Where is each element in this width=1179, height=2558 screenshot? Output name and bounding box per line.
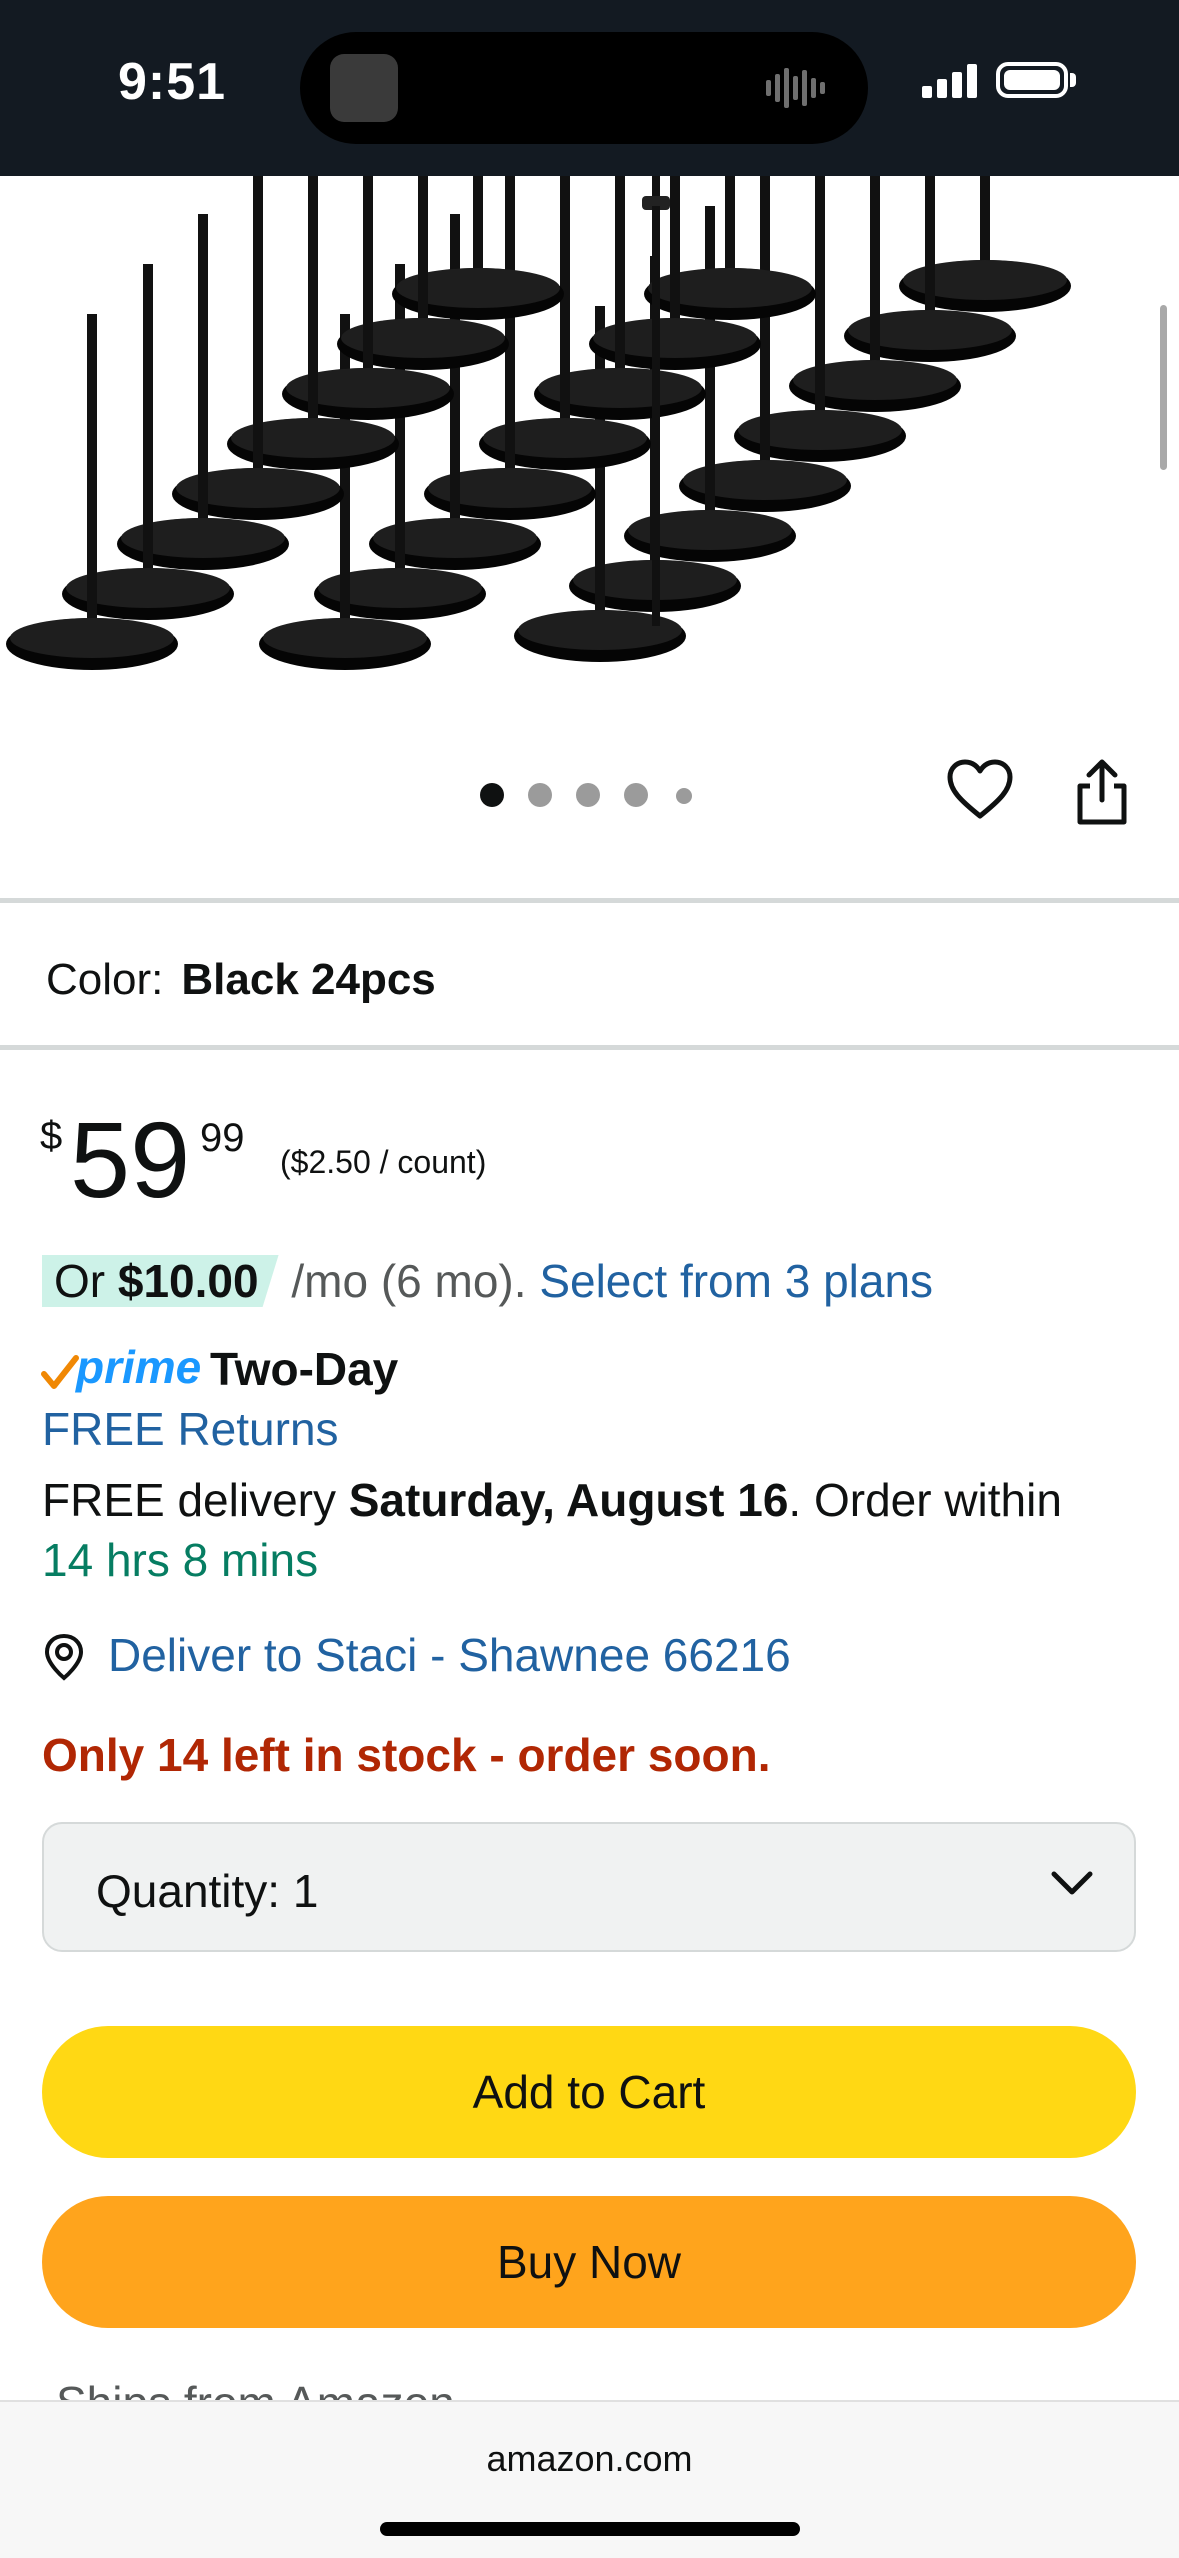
location-pin-icon — [44, 1633, 84, 1681]
order-countdown: 14 hrs 8 mins — [42, 1534, 319, 1586]
installment-or: Or — [54, 1255, 106, 1307]
select-plans-link[interactable]: Select from 3 plans — [539, 1255, 933, 1307]
free-returns-link[interactable]: FREE Returns — [42, 1402, 339, 1456]
section-divider — [0, 1045, 1179, 1050]
home-indicator[interactable] — [380, 2522, 800, 2536]
quantity-label: Quantity: 1 — [96, 1864, 318, 1918]
delivery-prefix: FREE delivery — [42, 1474, 336, 1526]
product-image[interactable] — [0, 176, 1179, 716]
chevron-down-icon — [1051, 1871, 1093, 1895]
now-playing-thumbnail — [330, 54, 398, 122]
order-within: . Order within — [788, 1474, 1062, 1526]
ships-from-text: Ships from Amazon — [56, 2380, 656, 2402]
prime-logo-text: prime — [76, 1341, 202, 1393]
share-icon[interactable] — [1072, 758, 1132, 828]
quantity-label-text: Quantity: — [96, 1865, 281, 1917]
add-to-cart-button[interactable]: Add to Cart — [42, 2026, 1136, 2158]
status-time: 9:51 — [118, 53, 227, 111]
battery-icon — [996, 62, 1068, 98]
status-bar: 9:51 — [0, 0, 1179, 176]
browser-domain[interactable]: amazon.com — [0, 2438, 1179, 2480]
heart-icon[interactable] — [946, 758, 1014, 822]
dynamic-island — [300, 32, 868, 144]
cellular-signal-icon — [922, 64, 977, 98]
delivery-info: FREE delivery Saturday, August 16. Order… — [42, 1470, 1152, 1590]
price-dollars: 59 — [70, 1099, 191, 1220]
color-label: Color: — [46, 955, 164, 1004]
installment-badge: Or $10.00 — [42, 1255, 279, 1307]
pagination-dot[interactable] — [624, 783, 648, 807]
quantity-value: 1 — [292, 1865, 319, 1917]
installment-amount: $10.00 — [117, 1255, 259, 1307]
pagination-dot[interactable] — [676, 788, 692, 804]
page-scrollbar[interactable] — [1160, 305, 1167, 470]
buy-now-button[interactable]: Buy Now — [42, 2196, 1136, 2328]
pagination-dot-active[interactable] — [480, 783, 504, 807]
stock-warning: Only 14 left in stock - order soon. — [42, 1729, 771, 1781]
pagination-dot[interactable] — [528, 783, 552, 807]
price-currency: $ — [40, 1114, 63, 1158]
prime-check-icon — [41, 1355, 79, 1389]
quantity-dropdown[interactable]: Quantity: 1 — [42, 1822, 1136, 1952]
installment-term: /mo (6 mo). — [291, 1255, 527, 1307]
section-divider — [0, 898, 1179, 903]
delivery-date: Saturday, August 16 — [348, 1474, 789, 1526]
ships-from-partial: Ships from Amazon — [56, 2380, 656, 2402]
audio-wave-icon — [766, 68, 825, 108]
installment-offer: Or $10.00 /mo (6 mo). Select from 3 plan… — [42, 1254, 933, 1308]
price-cents: 99 — [200, 1116, 245, 1160]
browser-address-bar[interactable]: amazon.com — [0, 2400, 1179, 2558]
pagination-dot[interactable] — [576, 783, 600, 807]
shipping-speed: Two-Day — [210, 1343, 399, 1395]
battery-cap — [1070, 73, 1076, 87]
deliver-to-text: Deliver to Staci - Shawnee 66216 — [108, 1629, 791, 1681]
color-value: Black 24pcs — [181, 955, 436, 1004]
color-selector[interactable]: Color: Black 24pcs — [46, 955, 436, 1005]
unit-price: ($2.50 / count) — [280, 1144, 487, 1180]
